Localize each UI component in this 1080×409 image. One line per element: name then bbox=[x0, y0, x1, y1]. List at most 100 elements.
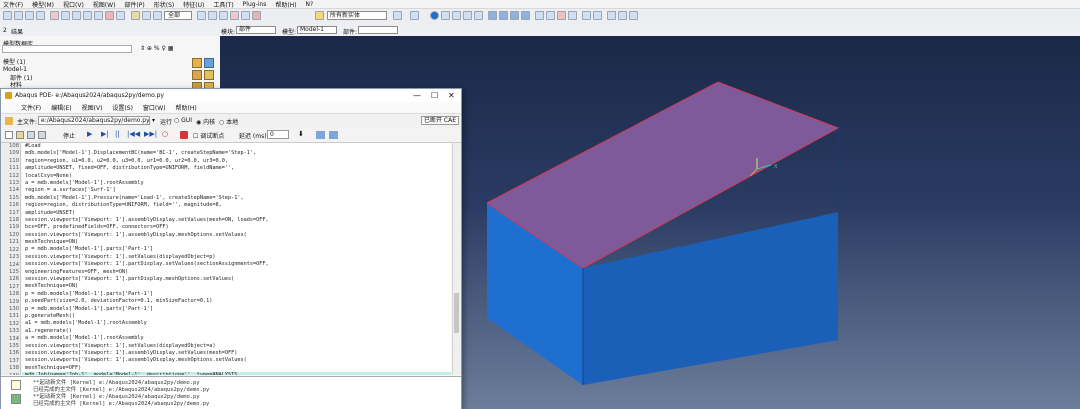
hidden-line-icon[interactable] bbox=[452, 11, 461, 20]
query-icon[interactable] bbox=[50, 11, 59, 20]
console-python-icon[interactable] bbox=[11, 394, 21, 404]
code-line[interactable]: p = mdb.models['Model-1'].parts['Part-1'… bbox=[22, 246, 451, 253]
replace-icon[interactable] bbox=[230, 11, 239, 20]
code-line[interactable]: session.viewports['Viewport: 1'].partDis… bbox=[22, 261, 451, 268]
top-view-icon[interactable] bbox=[510, 11, 519, 20]
attach-cae-button[interactable]: 已断开 CAE bbox=[421, 116, 459, 125]
module-select[interactable]: 部件 bbox=[236, 26, 276, 34]
code-line[interactable]: bcs=OFF, predefinedFields=OFF, connector… bbox=[22, 224, 451, 231]
stop-button[interactable]: 停止 bbox=[63, 131, 75, 140]
save-all-icon[interactable] bbox=[38, 131, 46, 139]
scrollbar-thumb[interactable] bbox=[454, 293, 459, 333]
tree-item-models[interactable]: 模型 (1) bbox=[3, 57, 25, 66]
code-line[interactable]: session.viewports['Viewport: 1'].setValu… bbox=[22, 343, 451, 350]
part-manager-icon[interactable] bbox=[204, 58, 214, 68]
new-entity-icon[interactable] bbox=[315, 11, 324, 20]
debug-icon[interactable] bbox=[180, 131, 188, 139]
indent-icon[interactable] bbox=[316, 131, 325, 139]
menu-view[interactable]: 视图(W) bbox=[93, 0, 116, 9]
isolate-icon[interactable] bbox=[568, 11, 577, 20]
code-line[interactable]: meshTechnique=OFF) bbox=[22, 365, 451, 372]
console-message-icon[interactable] bbox=[11, 380, 21, 390]
minimize-icon[interactable]: — bbox=[413, 89, 421, 102]
open-file-icon[interactable] bbox=[14, 11, 23, 20]
maximize-icon[interactable]: ☐ bbox=[431, 89, 438, 102]
code-line[interactable]: region=region, u1=0.0, u2=0.0, u3=0.0, u… bbox=[22, 158, 451, 165]
local-radio[interactable]: ○ 本地 bbox=[219, 117, 238, 126]
breakpoint-icon[interactable]: ○ bbox=[162, 130, 168, 138]
extrude-icon[interactable] bbox=[192, 70, 202, 80]
code-line[interactable]: region=region, distributionType=UNIFORM,… bbox=[22, 202, 451, 209]
visibility-icon[interactable] bbox=[546, 11, 555, 20]
side-view-icon[interactable] bbox=[521, 11, 530, 20]
revolve-icon[interactable] bbox=[204, 70, 214, 80]
entity-combo[interactable]: 所有新实体 bbox=[327, 11, 387, 20]
box-zoom-icon[interactable] bbox=[94, 11, 103, 20]
model-select[interactable]: Model-1 bbox=[297, 26, 337, 34]
iso-view-icon[interactable] bbox=[488, 11, 497, 20]
grid-icon[interactable] bbox=[131, 11, 140, 20]
layout-icon[interactable] bbox=[618, 11, 627, 20]
menu-plugins[interactable]: Plug-ins bbox=[243, 1, 267, 8]
part-icon[interactable] bbox=[219, 11, 228, 20]
tree-item-model-1[interactable]: Model-1 bbox=[3, 66, 27, 73]
rewind-icon[interactable]: |◀◀ bbox=[127, 130, 140, 138]
code-line[interactable]: a = mdb.models['Model-1'].rootAssembly bbox=[22, 335, 451, 342]
menu-file[interactable]: 文件(F) bbox=[3, 0, 23, 9]
mesh-icon[interactable] bbox=[474, 11, 483, 20]
code-line[interactable]: region = a.surfaces['Surf-1'] bbox=[22, 187, 451, 194]
code-line[interactable]: a1.regenerate() bbox=[22, 328, 451, 335]
menu-viewport[interactable]: 视口(V) bbox=[63, 0, 84, 9]
code-line[interactable]: session.viewports['Viewport: 1'].assembl… bbox=[22, 217, 451, 224]
code-line[interactable]: engineeringFeatures=OFF, mesh=ON) bbox=[22, 269, 451, 276]
file-dropdown-icon[interactable]: ▾ bbox=[152, 117, 155, 124]
pause-icon[interactable]: || bbox=[115, 130, 120, 138]
kernel-radio[interactable]: ◉ 内核 bbox=[196, 117, 215, 126]
shaded-icon[interactable] bbox=[463, 11, 472, 20]
front-view-icon[interactable] bbox=[499, 11, 508, 20]
create-part-icon[interactable] bbox=[192, 58, 202, 68]
highlight-icon[interactable] bbox=[557, 11, 566, 20]
code-line[interactable]: amplitude=UNSET, fixed=OFF, distribution… bbox=[22, 165, 451, 172]
menu-model[interactable]: 模型(M) bbox=[32, 0, 54, 9]
help-query-icon[interactable] bbox=[582, 11, 591, 20]
pde-menu-help[interactable]: 帮助(H) bbox=[176, 103, 197, 112]
code-line[interactable]: p = mdb.models['Model-1'].parts['Part-1'… bbox=[22, 291, 451, 298]
part-select[interactable] bbox=[358, 26, 398, 34]
main-file-path[interactable]: e:/Abaqus2024/abaqus2py/demo.py bbox=[38, 116, 150, 125]
pde-menu-settings[interactable]: 设置(S) bbox=[112, 103, 133, 112]
print-icon[interactable] bbox=[36, 11, 45, 20]
display-group-icon[interactable] bbox=[197, 11, 206, 20]
code-line[interactable]: session.viewports['Viewport: 1'].assembl… bbox=[22, 350, 451, 357]
wireframe-icon[interactable] bbox=[441, 11, 450, 20]
pde-menu-file[interactable]: 文件(F) bbox=[21, 103, 41, 112]
visualization-icon[interactable] bbox=[607, 11, 616, 20]
rotate-icon[interactable] bbox=[72, 11, 81, 20]
pde-menu-view[interactable]: 视图(V) bbox=[82, 103, 103, 112]
code-line[interactable]: a = mdb.models['Model-1'].rootAssembly bbox=[22, 180, 451, 187]
code-line[interactable]: p.generateMesh() bbox=[22, 313, 451, 320]
cycle-view-icon[interactable] bbox=[116, 11, 125, 20]
menu-part[interactable]: 部件(P) bbox=[124, 0, 144, 9]
code-line[interactable]: p = mdb.models['Model-1'].parts['Part-1'… bbox=[22, 306, 451, 313]
delay-input[interactable]: 0 bbox=[267, 130, 289, 139]
code-scrollbar[interactable] bbox=[452, 143, 461, 375]
pan-icon[interactable] bbox=[61, 11, 70, 20]
perspective-icon[interactable] bbox=[535, 11, 544, 20]
code-line[interactable]: session.viewports['Viewport: 1'].setValu… bbox=[22, 254, 451, 261]
save-script-icon[interactable] bbox=[27, 131, 35, 139]
color-swatch-icon[interactable] bbox=[410, 11, 419, 20]
color-code-icon[interactable] bbox=[241, 11, 250, 20]
outdent-icon[interactable] bbox=[329, 131, 338, 139]
menu-help[interactable]: 帮助(H) bbox=[275, 0, 296, 9]
code-editor[interactable]: #Load mdb.models['Model-1'].DisplacementB… bbox=[22, 143, 451, 375]
new-script-icon[interactable] bbox=[5, 131, 13, 139]
code-line[interactable]: localCsys=None) bbox=[22, 173, 451, 180]
code-line[interactable]: mdb.Job(name='Job-1', model='Model-1', d… bbox=[22, 372, 451, 375]
code-line[interactable]: mdb.models['Model-1'].Pressure(name='Loa… bbox=[22, 195, 451, 202]
code-line[interactable]: amplitude=UNSET) bbox=[22, 210, 451, 217]
auto-fit-icon[interactable] bbox=[105, 11, 114, 20]
copy-icon[interactable] bbox=[208, 11, 217, 20]
menu-tools[interactable]: 工具(T) bbox=[213, 0, 233, 9]
debug-checkbox[interactable]: ☐ 调试断点 bbox=[193, 131, 224, 140]
